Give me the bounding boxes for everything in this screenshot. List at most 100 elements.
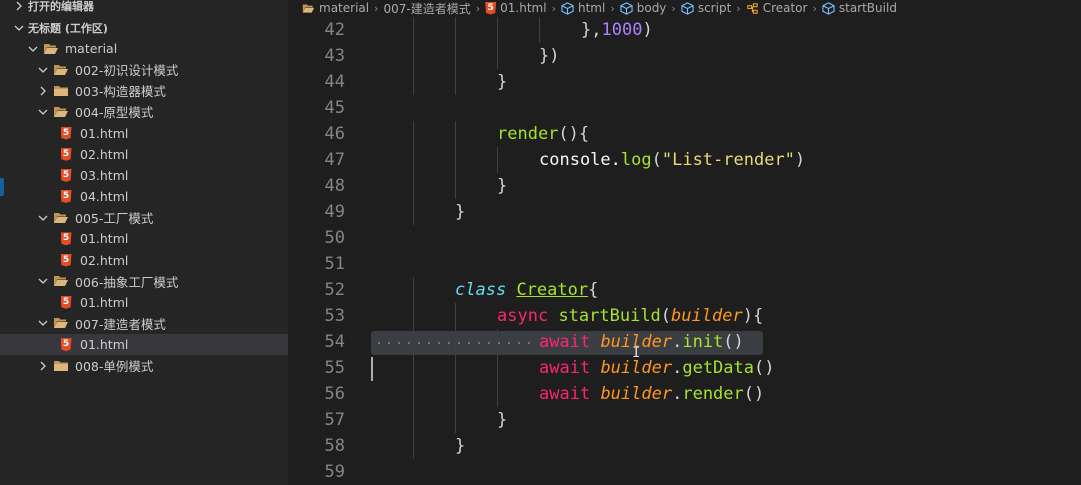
- indent-guide: [455, 407, 456, 433]
- code-token: await: [539, 384, 591, 404]
- tree-file-item[interactable]: 5 01.html: [0, 334, 288, 356]
- breadcrumb-item[interactable]: script: [681, 1, 731, 15]
- breadcrumb-item[interactable]: material: [302, 1, 369, 15]
- indent-guide: [413, 121, 414, 147]
- chevron-right-icon: [12, 0, 26, 13]
- code-token: async: [497, 306, 549, 326]
- breadcrumb-item[interactable]: 5 01.html: [485, 1, 547, 15]
- breadcrumb-label: body: [636, 1, 667, 15]
- folder-icon: [53, 84, 69, 98]
- breadcrumb-separator-icon: ›: [812, 1, 817, 15]
- breadcrumb-label: html: [577, 1, 606, 15]
- code-token: }): [539, 46, 560, 66]
- line-number: 50: [324, 228, 345, 248]
- tree-item-label: 01.html: [80, 337, 129, 353]
- code-token: getData: [682, 358, 754, 378]
- ibeam-pointer-icon: I: [632, 345, 641, 361]
- tree-file-item[interactable]: 5 01.html: [0, 292, 288, 313]
- indent-guide: [413, 407, 414, 433]
- indent-guide: [455, 121, 456, 147]
- tree-file-item[interactable]: 5 01.html: [0, 123, 288, 144]
- code-line: render(){: [497, 121, 589, 147]
- line-number: 54: [324, 332, 345, 352]
- code-token: .: [672, 332, 683, 352]
- workspace-header[interactable]: 无标题 (工作区): [0, 17, 288, 38]
- code-token: init: [682, 332, 724, 352]
- tree-item-label: material: [65, 41, 118, 56]
- chevron-down-icon: [36, 63, 50, 77]
- cube-icon: [561, 1, 574, 15]
- code-token: {: [588, 280, 599, 300]
- line-number: 49: [324, 202, 345, 222]
- code-line: await builder.render(): [539, 381, 764, 407]
- breadcrumb-label: 01.html: [500, 1, 547, 15]
- html5-icon: 5: [58, 147, 74, 161]
- indent-guide: [413, 303, 414, 329]
- breadcrumb-separator-icon: ›: [475, 1, 481, 15]
- indent-guide: [497, 381, 498, 407]
- code-token: ){: [742, 306, 764, 326]
- indent-guide: [455, 303, 456, 329]
- breadcrumb-item[interactable]: 007-建造者模式: [384, 0, 471, 16]
- tree-file-item[interactable]: 5 02.html: [0, 144, 288, 165]
- breadcrumb-item[interactable]: Creator: [746, 1, 807, 15]
- code-token: console.: [539, 150, 621, 170]
- tree-file-item[interactable]: 5 01.html: [0, 228, 288, 249]
- breadcrumb-separator-icon: ›: [610, 1, 615, 15]
- folder-open-icon: [53, 211, 69, 225]
- code-token: (){: [558, 124, 590, 144]
- tree-file-item[interactable]: 5 04.html: [0, 186, 288, 207]
- code-token: await: [539, 332, 591, 352]
- indent-guide: [455, 173, 456, 199]
- code-editor[interactable]: 42 43 44 45 46 47 48 49 50 51 52 53 54 55 56 57 58 59 },1…: [288, 16, 1081, 485]
- code-token: .: [672, 358, 683, 378]
- code-token: render: [497, 124, 559, 144]
- tree-folder-item[interactable]: 006-抽象工厂模式: [0, 271, 288, 292]
- open-editors-label: 打开的编辑器: [28, 0, 94, 13]
- tree-folder-item[interactable]: 003-构造器模式: [0, 80, 288, 101]
- indent-guide: [413, 69, 414, 95]
- breadcrumb-label: 007-建造者模式: [383, 1, 471, 16]
- tree-folder-item[interactable]: 004-原型模式: [0, 101, 288, 122]
- indent-guide: [413, 433, 414, 459]
- line-number: 59: [324, 462, 345, 482]
- code-token: (): [754, 358, 775, 378]
- breadcrumb-item[interactable]: body: [620, 1, 667, 15]
- line-number: 56: [324, 384, 345, 404]
- tree-item-label: 002-初识设计模式: [75, 63, 179, 79]
- tree-item-label: 01.html: [80, 294, 129, 310]
- code-token: }: [497, 410, 508, 430]
- tree-item-label: 04.html: [80, 189, 129, 205]
- line-number: 53: [324, 306, 345, 326]
- whitespace-dots: [374, 342, 534, 344]
- tree-item-label: 02.html: [80, 252, 129, 268]
- cube-icon: [620, 1, 633, 15]
- indent-guide: [455, 147, 456, 173]
- tree-folder-item[interactable]: material: [0, 38, 288, 59]
- indent-guide: [413, 43, 414, 69]
- tree-folder-item[interactable]: 005-工厂模式: [0, 207, 288, 228]
- breadcrumb-item[interactable]: startBuild: [822, 1, 897, 15]
- breadcrumb-separator-icon: ›: [671, 1, 676, 15]
- code-line: }: [497, 173, 507, 199]
- html5-icon: 5: [58, 232, 74, 246]
- folder-open-icon: [43, 42, 59, 56]
- tree-file-item[interactable]: 5 02.html: [0, 250, 288, 271]
- code-token: builder: [600, 358, 673, 378]
- breadcrumb-label: material: [319, 1, 370, 15]
- code-token: }: [497, 176, 508, 196]
- code-token: (): [743, 384, 765, 404]
- indent-guide: [497, 147, 498, 173]
- tree-folder-item[interactable]: 002-初识设计模式: [0, 59, 288, 80]
- open-editors-header[interactable]: 打开的编辑器: [0, 0, 288, 16]
- chevron-down-icon: [26, 42, 40, 56]
- tree-folder-item[interactable]: 008-单例模式: [0, 355, 288, 376]
- breadcrumb-item[interactable]: html: [561, 1, 605, 15]
- tree-item-label: 004-原型模式: [75, 105, 154, 121]
- explorer-sidebar: 打开的编辑器 无标题 (工作区) material 002-初识设计模式 003-构…: [0, 0, 288, 485]
- tree-folder-item[interactable]: 007-建造者模式: [0, 313, 288, 334]
- tree-file-item[interactable]: 5 03.html: [0, 165, 288, 186]
- breadcrumb-label: script: [697, 1, 732, 15]
